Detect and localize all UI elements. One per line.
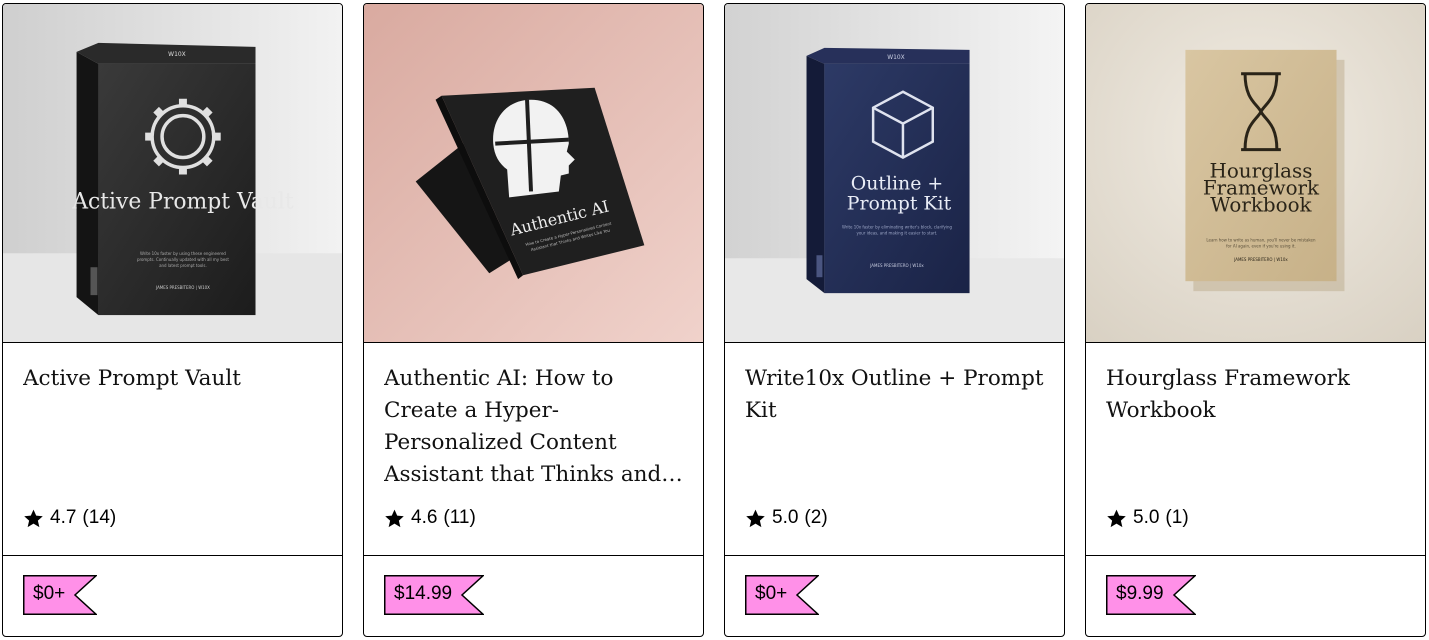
- cover-brand: W10X: [168, 51, 186, 58]
- star-icon: [745, 508, 766, 529]
- cover-description: your ideas, and making it easier to star…: [857, 230, 938, 235]
- product-card[interactable]: Outline + Prompt Kit Write 10x faster by…: [724, 3, 1065, 637]
- rating-count: (1): [1165, 507, 1189, 528]
- price-tag: $9.99: [1106, 575, 1196, 615]
- product-card[interactable]: Authentic AI How to Create a Hyper-Perso…: [363, 3, 704, 637]
- cover-title-line: Active Prompt Vault: [71, 189, 294, 214]
- product-price-row: $0+: [3, 556, 342, 636]
- product-price-row: $9.99: [1086, 556, 1425, 636]
- product-price-row: $0+: [725, 556, 1064, 636]
- product-rating: 4.6 (11): [384, 507, 476, 529]
- product-thumbnail[interactable]: Active Prompt Vault Write 10x faster by …: [3, 4, 342, 343]
- product-title[interactable]: Write10x Outline + Prompt Kit: [745, 363, 1044, 427]
- product-thumbnail[interactable]: Outline + Prompt Kit Write 10x faster by…: [725, 4, 1064, 343]
- price-tag: $0+: [745, 575, 819, 615]
- product-title[interactable]: Active Prompt Vault: [23, 363, 322, 395]
- product-title[interactable]: Authentic AI: How to Create a Hyper-Pers…: [384, 363, 683, 491]
- product-info: Hourglass Framework Workbook 5.0 (1): [1086, 343, 1425, 556]
- rating-value: 4.6: [411, 507, 438, 528]
- product-price-row: $14.99: [364, 556, 703, 636]
- star-icon: [23, 508, 44, 529]
- product-rating: 4.7 (14): [23, 507, 116, 529]
- cover-title-line: Workbook: [1210, 193, 1312, 216]
- price-value: $9.99: [1116, 583, 1164, 604]
- rating-value: 4.7: [50, 507, 77, 528]
- cover-description: for AI again, even if you're using it.: [1226, 243, 1296, 248]
- product-rating: 5.0 (2): [745, 507, 828, 529]
- price-value: $0+: [33, 583, 66, 604]
- cover-author: JAMES PRESBITERO | W10x: [869, 263, 924, 268]
- product-grid: Active Prompt Vault Write 10x faster by …: [2, 3, 1426, 637]
- cover-description: Write 10x faster by eliminating writer's…: [842, 224, 953, 229]
- product-card[interactable]: Active Prompt Vault Write 10x faster by …: [2, 3, 343, 637]
- cover-description: prompts. Continually updated with all my…: [137, 257, 229, 262]
- star-icon: [1106, 508, 1127, 529]
- cover-title-line: Outline +: [851, 172, 943, 194]
- price-value: $14.99: [394, 583, 453, 604]
- qr-code-graphic: [816, 255, 823, 278]
- product-title[interactable]: Hourglass Framework Workbook: [1106, 363, 1405, 427]
- rating-count: (14): [82, 507, 117, 528]
- product-card[interactable]: Hourglass Framework Workbook Learn how t…: [1085, 3, 1426, 637]
- rating-value: 5.0: [772, 507, 799, 528]
- cover-description: Learn how to write as human, you'll neve…: [1206, 237, 1316, 242]
- product-thumbnail[interactable]: Authentic AI How to Create a Hyper-Perso…: [364, 4, 703, 343]
- cover-author: JAMES PRESBITERO | W10X: [155, 285, 210, 290]
- price-tag: $14.99: [384, 575, 484, 615]
- product-thumbnail[interactable]: Hourglass Framework Workbook Learn how t…: [1086, 4, 1425, 343]
- rating-count: (2): [804, 507, 828, 528]
- product-info: Write10x Outline + Prompt Kit 5.0 (2): [725, 343, 1064, 556]
- cover-title-line: Prompt Kit: [847, 192, 952, 214]
- product-info: Authentic AI: How to Create a Hyper-Pers…: [364, 343, 703, 556]
- cover-description: Write 10x faster by using these engineer…: [140, 251, 226, 256]
- price-value: $0+: [755, 583, 788, 604]
- rating-value: 5.0: [1133, 507, 1160, 528]
- rating-count: (11): [443, 507, 476, 528]
- star-icon: [384, 508, 405, 529]
- cover-brand: W10X: [887, 54, 905, 61]
- qr-code-graphic: [90, 267, 98, 296]
- price-tag: $0+: [23, 575, 97, 615]
- product-rating: 5.0 (1): [1106, 507, 1189, 529]
- product-info: Active Prompt Vault 4.7 (14): [3, 343, 342, 556]
- cover-description: and latest prompt tools.: [159, 263, 207, 268]
- cover-author: JAMES PRESBITERO | W10x: [1233, 257, 1288, 262]
